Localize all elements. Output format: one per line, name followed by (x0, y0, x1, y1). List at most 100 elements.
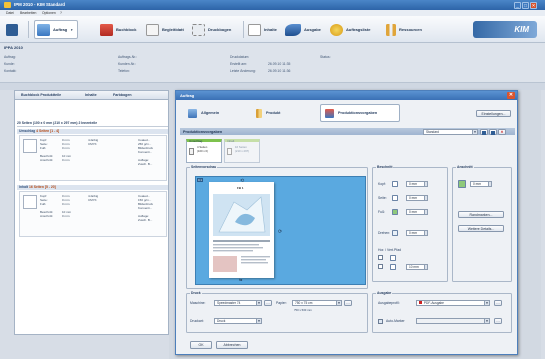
toolbar-output-button[interactable]: Ausgabe (285, 20, 321, 39)
info-label: Letzte Änderung: (230, 69, 256, 73)
page-thumbnail-preview: FB 1 (209, 182, 274, 278)
paper-select[interactable]: 750 x 75 cm ▼ (292, 300, 342, 306)
toolbar-list-button[interactable]: Auftragsliste (330, 20, 370, 39)
output-group-label: Ausgabe (376, 291, 393, 295)
window-title-bar: IPM 2010 - KIM Standard _ □ ✕ (0, 0, 545, 10)
delete-preset-button[interactable]: ✕ (498, 129, 506, 135)
close-button[interactable]: ✕ (530, 1, 537, 9)
output-profile-select[interactable]: PDF-Ausgabe ▼ (416, 300, 490, 306)
mirror-horizontal-checkbox[interactable] (378, 255, 383, 260)
divider-strip (0, 83, 545, 90)
preset-select[interactable]: Standard ▼ (423, 129, 478, 135)
save-button[interactable] (6, 20, 21, 39)
bleed-group-label: Anschnitt (456, 165, 474, 169)
section-title: Umschlag (19, 129, 36, 133)
section-cover[interactable]: Umschlag 4 Seiten [1 - 4] (17, 129, 168, 134)
machine-more-button[interactable]: … (264, 300, 272, 306)
auto-marker-checkbox[interactable] (378, 319, 383, 324)
tab-book-parts[interactable]: Buchblock Produktteile (21, 93, 61, 97)
spinner-icon (488, 182, 491, 186)
chevron-down-icon: ▼ (70, 27, 74, 32)
mirror-input[interactable]: 10 mm (406, 264, 428, 270)
preview-group-label: Seitenvorschau (190, 165, 218, 169)
part-card[interactable]: Kopf: Seite: Fuß: Beschnitt: Anschnitt: … (19, 135, 167, 181)
trim-head-input[interactable]: 0 mm (406, 181, 428, 187)
toolbar-resources-button[interactable]: Ressourcen (386, 20, 422, 39)
chevron-down-icon: ▼ (256, 319, 261, 323)
rotate-side-icon[interactable]: ⟳ (278, 229, 282, 235)
paper-more-button[interactable]: … (344, 300, 352, 306)
info-label: Status: (320, 55, 331, 59)
trim-side-input[interactable]: 0 mm (406, 195, 428, 201)
auto-marker-label: Auto-Marker (386, 319, 405, 323)
print-type-select[interactable]: Druck ▼ (214, 318, 262, 324)
trim-head-value: 0 mm (409, 182, 417, 186)
toolbar-book-button[interactable]: Buchblock (100, 20, 136, 39)
toolbar-sheet-label: Begleitblatt (162, 27, 184, 32)
flip-arrow-icon[interactable]: ⇆ (239, 277, 242, 282)
section-title: Inhalt (19, 185, 29, 189)
list-icon (330, 23, 343, 36)
info-label: Kunden-Nr.: (118, 62, 137, 66)
print-type-label: Druckart: (190, 319, 204, 323)
auto-marker-select[interactable]: ▼ (416, 318, 490, 324)
machine-label: Maschine: (190, 301, 206, 305)
toolbar-separator (28, 21, 29, 38)
crop-marks-button[interactable]: Randmarken... (458, 211, 504, 218)
info-label: Kontakt: (4, 69, 17, 73)
info-label: Kunde: (4, 62, 15, 66)
tab-color-sheets[interactable]: Farbbogen (113, 93, 132, 97)
part-tab-info: 4 Seiten (100 x 0) (197, 145, 209, 153)
rotate-arrow-icon[interactable]: ⟲ (240, 178, 244, 184)
tab-general[interactable]: Allgemein (184, 104, 234, 122)
toolbar-print-sheet-button[interactable]: Druckbogen (192, 20, 231, 39)
ok-button[interactable]: OK (190, 341, 212, 349)
print-group-label: Druck (190, 291, 202, 295)
mirror-vertical-checkbox[interactable] (378, 264, 383, 269)
toolbar-sheet-button[interactable]: Begleitblatt (146, 20, 184, 39)
bleed-input[interactable]: 0 mm (470, 181, 492, 187)
part-tab-label: Umschlag (189, 139, 203, 143)
order-heading: IPPA 2010 (4, 45, 23, 50)
trim-foot-input[interactable]: 0 mm (406, 209, 428, 215)
save-preset-button[interactable] (480, 129, 488, 135)
tab-product[interactable]: Produkt (252, 104, 302, 122)
menu-item-edit[interactable]: Bearbeiten (20, 11, 36, 15)
add-preset-button[interactable] (489, 129, 497, 135)
menu-item-file[interactable]: Datei (6, 11, 14, 15)
part-tab-cover[interactable]: Umschlag 4 Seiten (100 x 0) (186, 139, 222, 163)
card-values: 0 mm 0 mm 0 mm 10 mm 0 mm (62, 194, 72, 218)
page-thumbnail (23, 195, 37, 209)
spinner-icon (424, 182, 427, 186)
chevron-down-icon: ▼ (484, 301, 489, 305)
dialog-close-button[interactable]: ✕ (507, 92, 515, 99)
tab-contents[interactable]: Inhalte (85, 93, 97, 97)
toolbar-order-label: Auftrag (53, 27, 68, 32)
toolbar-order-button[interactable]: Auftrag ▼ (34, 20, 79, 39)
part-card[interactable]: Kopf: Seite: Fuß: Beschnitt: Anschnitt: … (19, 191, 167, 237)
sheet-icon (146, 23, 159, 36)
more-details-button[interactable]: Weitere Details... (458, 225, 504, 232)
chevron-down-icon: ▼ (256, 301, 261, 305)
rotation-input[interactable]: 0 mm (406, 230, 428, 236)
cancel-button[interactable]: Abbrechen (216, 341, 248, 349)
tab-production-specs[interactable]: Produktionsvorgaben (320, 104, 400, 122)
maximize-button[interactable]: □ (522, 1, 529, 9)
chevron-down-icon: ▼ (336, 301, 341, 305)
part-tab-content[interactable]: Inhalt 16 Seiten (210 x 297) (224, 139, 260, 163)
trim-head-label: Kopf: (378, 182, 386, 186)
section-tag: 16 Seiten [5 - 20] (29, 185, 56, 189)
menu-item-help[interactable]: ? (60, 11, 62, 15)
toolbar-content-button[interactable]: Inhalte (248, 20, 277, 39)
tab-product-label: Produkt (266, 111, 281, 115)
mirror-v-icon (390, 264, 396, 270)
settings-button[interactable]: Einstellungen... (476, 110, 511, 117)
menu-item-options[interactable]: Optionen (42, 11, 56, 15)
print-sheet-icon (192, 23, 205, 36)
marker-more-button[interactable]: … (494, 318, 502, 324)
machine-select[interactable]: Speedmaster 74 ▼ (214, 300, 262, 306)
output-more-button[interactable]: … (494, 300, 502, 306)
minimize-button[interactable]: _ (514, 1, 521, 9)
section-content[interactable]: Inhalt 16 Seiten [5 - 20] (17, 185, 168, 190)
pdf-icon (419, 301, 422, 304)
